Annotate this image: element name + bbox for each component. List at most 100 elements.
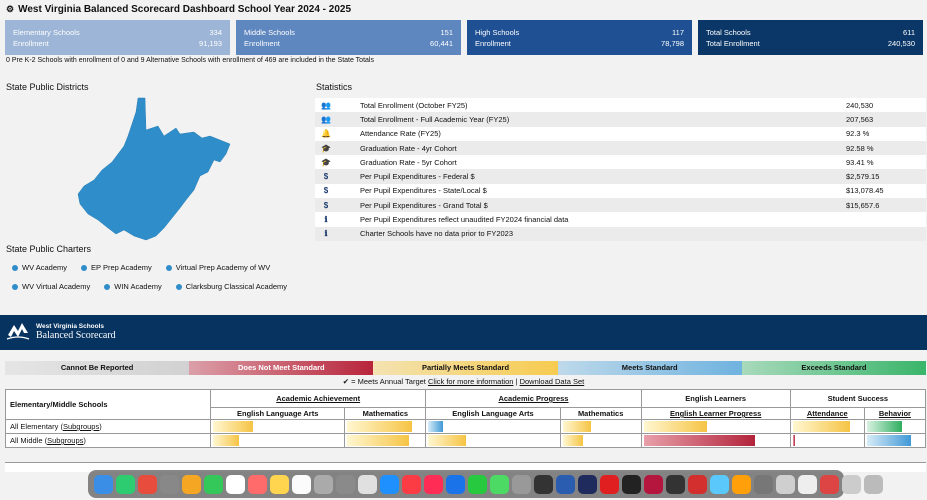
summary-card[interactable]: Total Schools 611 Total Enrollment 240,530 xyxy=(698,20,923,55)
dock-app-icon[interactable] xyxy=(864,474,883,494)
sub-math-achievement: Mathematics xyxy=(344,407,427,420)
dock-app-icon[interactable] xyxy=(842,474,861,494)
stat-label: Total Enrollment (October FY25) xyxy=(360,100,468,110)
scorecard-logo[interactable]: West Virginia Schools Balanced Scorecard xyxy=(6,321,116,343)
dock-app-icon[interactable] xyxy=(160,474,179,494)
macos-dock xyxy=(88,470,883,498)
graduation-cap-icon: 🎓 xyxy=(321,157,331,167)
score-cell[interactable] xyxy=(863,433,927,448)
charter-name: EP Prep Academy xyxy=(91,263,152,272)
score-cell[interactable] xyxy=(209,419,346,434)
dock-app-icon[interactable] xyxy=(204,474,223,494)
subgroups-link[interactable]: Subgroups xyxy=(63,422,99,431)
dock-app-icon[interactable] xyxy=(820,474,839,494)
score-bar xyxy=(866,421,902,432)
subgroups-link[interactable]: Subgroups xyxy=(47,436,83,445)
row-label: All Middle (Subgroups) xyxy=(5,433,211,448)
sub-attendance[interactable]: Attendance xyxy=(789,407,865,420)
dock-app-icon[interactable] xyxy=(710,474,729,494)
dock-app-icon[interactable] xyxy=(512,474,531,494)
dock-app-icon[interactable] xyxy=(754,474,773,494)
charter-item[interactable]: WV Academy xyxy=(12,263,67,272)
dock-app-icon[interactable] xyxy=(468,474,487,494)
score-cell[interactable] xyxy=(640,433,791,448)
link-separator: | xyxy=(515,377,518,386)
group-academic-achievement[interactable]: Academic Achievement xyxy=(209,389,427,408)
dock-app-icon[interactable] xyxy=(556,474,575,494)
dock-app-icon[interactable] xyxy=(270,474,289,494)
dock-app-icon[interactable] xyxy=(578,474,597,494)
dock-app-icon[interactable] xyxy=(798,474,817,494)
score-cell[interactable] xyxy=(425,433,561,448)
dock-app-icon[interactable] xyxy=(776,474,795,494)
charter-list: WV Academy EP Prep Academy Virtual Prep Ac… xyxy=(12,263,312,301)
summary-card[interactable]: High Schools 117 Enrollment 78,798 xyxy=(467,20,692,55)
dock-app-icon[interactable] xyxy=(600,474,619,494)
dock-app-icon[interactable] xyxy=(380,474,399,494)
stat-value: 93.41 % xyxy=(846,157,874,167)
dock-app-icon[interactable] xyxy=(292,474,311,494)
dock-app-icon[interactable] xyxy=(732,474,751,494)
score-cell[interactable] xyxy=(425,419,561,434)
score-cell[interactable] xyxy=(789,433,865,448)
users-icon: 👥 xyxy=(321,100,331,110)
download-data-link[interactable]: Download Data Set xyxy=(520,377,585,386)
group-academic-progress[interactable]: Academic Progress xyxy=(425,389,642,408)
charter-item[interactable]: EP Prep Academy xyxy=(81,263,152,272)
card-label: Enrollment xyxy=(13,39,49,48)
sub-behavior[interactable]: Behavior xyxy=(863,407,927,420)
legend-item: Cannot Be Reported xyxy=(5,361,190,375)
legend-key-line: ✔ = Meets Annual Target Click for more i… xyxy=(0,377,927,386)
summary-card[interactable]: Middle Schools 151 Enrollment 60,441 xyxy=(236,20,461,55)
score-cell[interactable] xyxy=(209,433,346,448)
dock-app-icon[interactable] xyxy=(644,474,663,494)
charter-item[interactable]: WV Virtual Academy xyxy=(12,282,90,291)
west-virginia-map[interactable] xyxy=(76,96,236,241)
dock-app-icon[interactable] xyxy=(424,474,443,494)
summary-card[interactable]: Elementary Schools 334 Enrollment 91,193 xyxy=(5,20,230,55)
score-bar xyxy=(562,435,584,446)
score-cell[interactable] xyxy=(344,419,427,434)
score-cell[interactable] xyxy=(559,433,642,448)
sub-el-progress[interactable]: English Learner Progress xyxy=(640,407,791,420)
wv-logo-icon xyxy=(6,323,30,340)
graduation-cap-icon: 🎓 xyxy=(321,143,331,153)
charter-item[interactable]: WIN Academy xyxy=(104,282,162,291)
score-cell[interactable] xyxy=(344,433,427,448)
more-info-link[interactable]: Click for more information xyxy=(428,377,513,386)
dock-app-icon[interactable] xyxy=(94,474,113,494)
dock-app-icon[interactable] xyxy=(138,474,157,494)
info-icon: ℹ xyxy=(324,229,328,239)
score-cell[interactable] xyxy=(640,419,791,434)
dock-app-icon[interactable] xyxy=(490,474,509,494)
dock-app-icon[interactable] xyxy=(226,474,245,494)
dock-app-icon[interactable] xyxy=(622,474,641,494)
dock-app-icon[interactable] xyxy=(534,474,553,494)
info-icon: ℹ xyxy=(324,215,328,225)
dock-app-icon[interactable] xyxy=(358,474,377,494)
scorecard-table: Elementary/Middle Schools Academic Achie… xyxy=(5,389,927,448)
score-cell[interactable] xyxy=(559,419,642,434)
charter-item[interactable]: Virtual Prep Academy of WV xyxy=(165,263,270,272)
score-cell[interactable] xyxy=(863,419,927,434)
charter-item[interactable]: Clarksburg Classical Academy xyxy=(175,282,287,291)
group-student-success: Student Success xyxy=(789,389,927,408)
score-cell[interactable] xyxy=(789,419,865,434)
stat-row: $ Per Pupil Expenditures - Federal $ $2,… xyxy=(315,169,926,184)
dock-app-icon[interactable] xyxy=(666,474,685,494)
dock-app-icon[interactable] xyxy=(314,474,333,494)
checkmark-icon: ✔ xyxy=(342,377,350,386)
stat-row: 🔔 Attendance Rate (FY25) 92.3 % xyxy=(315,126,926,141)
totals-note: 0 Pre K-2 Schools with enrollment of 0 a… xyxy=(6,57,374,64)
stat-value: $2,579.15 xyxy=(846,172,880,182)
dock-app-icon[interactable] xyxy=(336,474,355,494)
card-value: 151 xyxy=(440,28,453,37)
dock-app-icon[interactable] xyxy=(248,474,267,494)
legend-item: Exceeds Standard xyxy=(741,361,927,375)
dock-app-icon[interactable] xyxy=(446,474,465,494)
dock-app-icon[interactable] xyxy=(182,474,201,494)
stat-label: Per Pupil Expenditures - Federal $ xyxy=(360,172,475,182)
dock-app-icon[interactable] xyxy=(116,474,135,494)
dock-app-icon[interactable] xyxy=(688,474,707,494)
dock-app-icon[interactable] xyxy=(402,474,421,494)
